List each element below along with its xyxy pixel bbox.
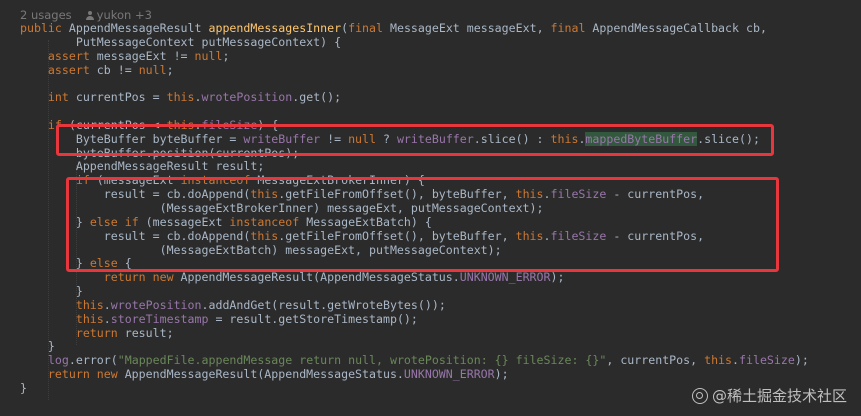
code-token: , currentPos, bbox=[606, 353, 705, 368]
code-token: ; bbox=[166, 62, 174, 77]
code-line[interactable]: } bbox=[20, 339, 809, 354]
code-line[interactable]: assert messageExt != null; bbox=[20, 48, 809, 64]
code-token: AppendMessageResult(AppendMessageStatus. bbox=[124, 367, 404, 382]
code-token: . bbox=[732, 353, 739, 368]
code-token: . bbox=[103, 311, 111, 326]
code-token: log bbox=[47, 353, 69, 368]
code-line[interactable] bbox=[20, 77, 809, 91]
code-token: UNKNOWN_ERROR bbox=[403, 367, 495, 382]
code-token: return new bbox=[103, 270, 181, 285]
code-token: } bbox=[20, 284, 83, 299]
code-token: AppendMessageCallback cb, bbox=[592, 21, 767, 35]
code-line[interactable]: this.storeTimestamp = result.getStoreTim… bbox=[20, 311, 809, 327]
code-token: } bbox=[20, 380, 27, 395]
code-token: this bbox=[166, 90, 195, 105]
code-token: AppendMessageResult result; bbox=[20, 159, 265, 174]
author-label[interactable]: yukon +3 bbox=[97, 8, 152, 22]
highlight-box-doappend bbox=[66, 177, 779, 272]
code-line[interactable]: PutMessageContext putMessageContext) { bbox=[20, 34, 809, 50]
code-token: .error( bbox=[68, 353, 118, 368]
code-token: appendMessagesInner bbox=[208, 21, 342, 35]
code-token: null bbox=[138, 62, 167, 77]
code-token: fileSize bbox=[739, 353, 795, 368]
code-line[interactable]: assert cb != null; bbox=[20, 62, 809, 78]
code-token: final bbox=[550, 21, 593, 35]
code-token: ); bbox=[494, 367, 509, 382]
code-token: } bbox=[20, 339, 55, 354]
code-token: this bbox=[75, 311, 104, 326]
code-token: UNKNOWN_ERROR bbox=[459, 270, 551, 285]
code-token: . bbox=[103, 297, 111, 312]
code-token: int bbox=[47, 90, 76, 105]
code-token: messageExt != bbox=[96, 48, 195, 63]
code-token: wrotePosition bbox=[201, 90, 293, 105]
watermark: @稀土掘金技术社区 bbox=[691, 385, 847, 406]
code-token: .get(); bbox=[292, 90, 342, 105]
code-token: return new bbox=[47, 367, 125, 382]
code-line[interactable]: return result; bbox=[20, 325, 809, 341]
watermark-text: @稀土掘金技术社区 bbox=[711, 387, 847, 405]
code-token: = result.getStoreTimestamp(); bbox=[208, 311, 418, 326]
code-token: PutMessageContext putMessageContext) { bbox=[20, 34, 342, 49]
code-line[interactable]: public AppendMessageResult appendMessage… bbox=[20, 21, 809, 36]
code-editor[interactable]: 2 usages yukon +3 public AppendMessageRes… bbox=[0, 0, 861, 416]
code-line[interactable]: return new AppendMessageResult(AppendMes… bbox=[20, 367, 809, 382]
code-line[interactable]: log.error("MappedFile.appendMessage retu… bbox=[20, 353, 809, 368]
code-token: storeTimestamp bbox=[110, 311, 209, 326]
code-token: . bbox=[194, 90, 202, 105]
code-line[interactable]: int currentPos = this.wrotePosition.get(… bbox=[20, 90, 809, 105]
code-token: cb != bbox=[96, 62, 139, 77]
code-token: null bbox=[194, 48, 223, 63]
code-token: assert bbox=[47, 62, 97, 77]
code-token: ; bbox=[222, 48, 230, 63]
code-token: currentPos = bbox=[75, 90, 167, 105]
code-line[interactable]: return new AppendMessageResult(AppendMes… bbox=[20, 270, 809, 285]
code-token: wrotePosition bbox=[110, 297, 202, 312]
code-token: this bbox=[75, 297, 104, 312]
code-token: ); bbox=[794, 353, 809, 368]
code-token: result; bbox=[124, 325, 174, 340]
code-token: .addAndGet(result.getWroteBytes()); bbox=[201, 297, 446, 312]
code-token: assert bbox=[47, 48, 97, 63]
juejin-logo-icon bbox=[691, 387, 708, 404]
highlight-box-bytebuffer bbox=[56, 124, 774, 156]
code-token: MessageExt messageExt, bbox=[389, 21, 551, 35]
code-token: AppendMessageResult(AppendMessageStatus. bbox=[180, 270, 460, 285]
code-line[interactable]: AppendMessageResult result; bbox=[20, 160, 809, 174]
code-token: final bbox=[348, 21, 390, 35]
code-line[interactable]: } bbox=[20, 284, 809, 299]
code-token: this bbox=[704, 353, 733, 368]
author-icon bbox=[85, 11, 94, 20]
code-line[interactable]: this.wrotePosition.addAndGet(result.getW… bbox=[20, 297, 809, 313]
code-token: return bbox=[75, 325, 125, 340]
code-token: "MappedFile.appendMessage return null, w… bbox=[117, 353, 607, 368]
code-line[interactable]: } bbox=[20, 380, 809, 396]
code-line[interactable] bbox=[20, 105, 809, 119]
code-token: AppendMessageResult bbox=[68, 21, 209, 35]
usages-count[interactable]: 2 usages bbox=[20, 8, 72, 22]
code-token: public bbox=[20, 21, 69, 35]
code-token: ); bbox=[550, 270, 565, 285]
